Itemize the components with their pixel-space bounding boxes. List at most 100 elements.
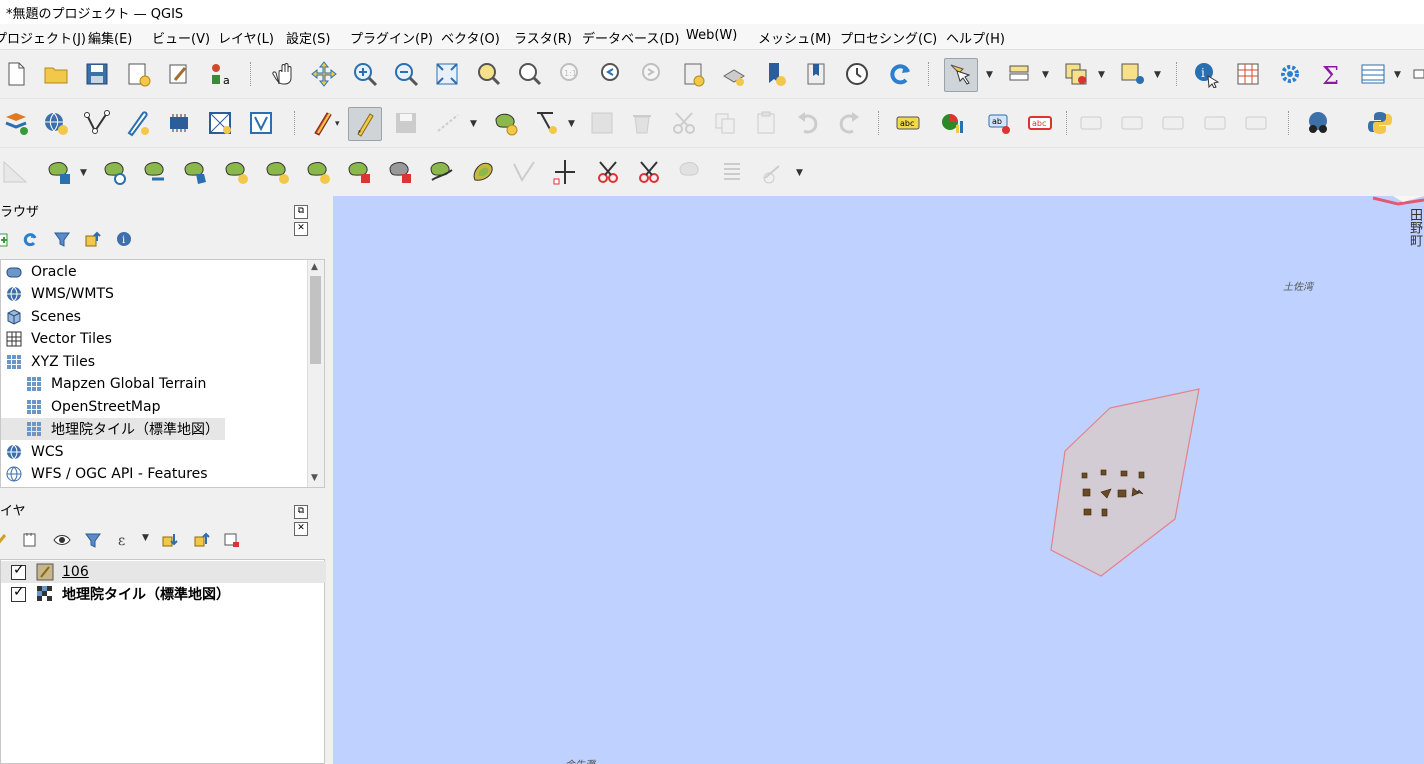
chevron-down-icon[interactable]: ▼ xyxy=(142,533,152,543)
fill-ring-icon[interactable] xyxy=(303,156,335,188)
filter-icon[interactable] xyxy=(52,229,72,249)
tree-item-mapzen[interactable]: Mapzen Global Terrain xyxy=(25,373,206,395)
polygon-feature-106[interactable] xyxy=(1050,388,1200,577)
new-spatialite-icon[interactable] xyxy=(204,107,236,139)
new-project-icon[interactable] xyxy=(0,58,32,90)
new-geopackage-icon[interactable] xyxy=(163,107,195,139)
menu-raster[interactable]: ラスタ(R) xyxy=(514,28,572,47)
copy-features-icon[interactable] xyxy=(709,107,741,139)
tree-item-scenes[interactable]: Scenes xyxy=(5,306,81,328)
data-source-manager-icon[interactable] xyxy=(0,107,32,139)
chevron-down-icon[interactable]: ▼ xyxy=(1394,70,1404,80)
highlight-pinned-labels-icon[interactable]: abc xyxy=(1024,107,1056,139)
new-virtual-layer-icon[interactable] xyxy=(245,107,277,139)
menu-plugins[interactable]: プラグイン(P) xyxy=(350,28,433,47)
zoom-next-icon[interactable] xyxy=(636,58,668,90)
menu-settings[interactable]: 設定(S) xyxy=(286,28,330,47)
scroll-thumb[interactable] xyxy=(310,276,321,364)
split-parts-icon[interactable] xyxy=(633,156,665,188)
delete-ring-icon[interactable] xyxy=(344,156,376,188)
chevron-down-icon[interactable]: ▼ xyxy=(1042,70,1052,80)
style-layer-icon[interactable] xyxy=(0,530,12,550)
panel-splitter[interactable] xyxy=(326,196,333,764)
add-selected-layers-icon[interactable] xyxy=(0,229,12,249)
save-project-icon[interactable] xyxy=(81,58,113,90)
vertex-tool-icon[interactable] xyxy=(81,107,113,139)
rotate-label-icon[interactable] xyxy=(1200,107,1232,139)
reshape-features-icon[interactable] xyxy=(426,156,458,188)
open-field-calculator-icon[interactable] xyxy=(1357,58,1389,90)
new-map-view-icon[interactable] xyxy=(677,58,709,90)
tree-item-oracle[interactable]: Oracle xyxy=(5,261,77,283)
reverse-line-icon[interactable] xyxy=(508,156,540,188)
offset-curve-icon[interactable] xyxy=(467,156,499,188)
refresh-icon[interactable] xyxy=(20,229,40,249)
modify-attributes-icon[interactable] xyxy=(586,107,618,139)
layer-labeling-icon[interactable]: ab xyxy=(984,107,1016,139)
rotate-symbols-icon[interactable] xyxy=(757,156,789,188)
collapse-all-icon[interactable] xyxy=(192,530,212,550)
browser-scrollbar[interactable]: ▲ ▼ xyxy=(307,260,324,487)
tree-item-wms[interactable]: WMS/WMTS xyxy=(5,283,114,305)
rotate-feature-icon[interactable] xyxy=(100,156,132,188)
tree-item-vector-tiles[interactable]: Vector Tiles xyxy=(5,328,112,350)
cut-features-icon[interactable] xyxy=(668,107,700,139)
select-by-value-icon[interactable] xyxy=(1004,58,1036,90)
delete-part-icon[interactable] xyxy=(385,156,417,188)
attribute-table-icon[interactable] xyxy=(1232,58,1264,90)
chevron-down-icon[interactable]: ▼ xyxy=(986,70,996,80)
move-label-icon[interactable] xyxy=(1158,107,1190,139)
filter-legend-icon[interactable] xyxy=(83,530,103,550)
chevron-down-icon[interactable]: ▼ xyxy=(1098,70,1108,80)
collapse-all-icon[interactable] xyxy=(83,229,103,249)
chevron-down-icon[interactable]: ▼ xyxy=(796,168,806,178)
zoom-to-selection-icon[interactable] xyxy=(472,58,504,90)
add-polygon-feature-icon[interactable] xyxy=(490,107,522,139)
redo-icon[interactable] xyxy=(833,107,865,139)
zoom-in-icon[interactable] xyxy=(349,58,381,90)
tree-item-osm[interactable]: OpenStreetMap xyxy=(25,396,160,418)
deselect-features-icon[interactable] xyxy=(1060,58,1092,90)
paste-features-icon[interactable] xyxy=(750,107,782,139)
menu-layer[interactable]: レイヤ(L) xyxy=(218,28,274,47)
menu-processing[interactable]: プロセシング(C) xyxy=(840,28,937,47)
more-tools-icon[interactable] xyxy=(1408,58,1424,90)
zoom-to-layer-icon[interactable] xyxy=(513,58,545,90)
new-3d-view-icon[interactable] xyxy=(718,58,750,90)
undo-icon[interactable] xyxy=(792,107,824,139)
zoom-last-icon[interactable] xyxy=(595,58,627,90)
chevron-down-icon[interactable]: ▼ xyxy=(80,168,90,178)
metasearch-icon[interactable] xyxy=(1302,107,1334,139)
change-label-icon[interactable] xyxy=(1241,107,1273,139)
scroll-up-icon[interactable]: ▲ xyxy=(311,262,318,272)
tree-item-wcs[interactable]: WCS xyxy=(5,441,64,463)
expand-all-icon[interactable] xyxy=(160,530,180,550)
add-ring-icon[interactable] xyxy=(221,156,253,188)
toggle-editing-icon[interactable] xyxy=(348,107,382,141)
save-layer-edits-icon[interactable] xyxy=(390,107,422,139)
digitize-line-icon[interactable] xyxy=(432,107,464,139)
menu-edit[interactable]: 編集(E) xyxy=(88,28,132,47)
add-wms-layer-icon[interactable] xyxy=(40,107,72,139)
layer-visibility-checkbox[interactable] xyxy=(11,584,26,602)
layer-row[interactable]: 106 xyxy=(1,561,326,583)
new-shapefile-icon[interactable] xyxy=(122,107,154,139)
show-hide-labels-icon[interactable] xyxy=(1117,107,1149,139)
scroll-down-icon[interactable]: ▼ xyxy=(311,473,318,483)
processing-toolbox-icon[interactable] xyxy=(1274,58,1306,90)
zoom-full-icon[interactable] xyxy=(431,58,463,90)
merge-features-icon[interactable] xyxy=(674,156,706,188)
tree-item-wfs[interactable]: WFS / OGC API - Features xyxy=(5,463,208,485)
chevron-down-icon[interactable]: ▾ xyxy=(335,119,345,129)
new-bookmark-icon[interactable] xyxy=(759,58,791,90)
style-manager-icon[interactable] xyxy=(163,58,195,90)
refresh-icon[interactable] xyxy=(884,58,916,90)
pan-icon[interactable] xyxy=(268,58,300,90)
select-by-location-icon[interactable] xyxy=(1116,58,1148,90)
info-icon[interactable]: i xyxy=(114,229,134,249)
map-canvas[interactable]: 土佐湾 田野町 金生灘 xyxy=(333,196,1424,764)
add-group-icon[interactable] xyxy=(20,530,40,550)
remove-layer-icon[interactable] xyxy=(222,530,242,550)
statistical-summary-icon[interactable]: Σ xyxy=(1315,58,1347,90)
show-bookmarks-icon[interactable] xyxy=(800,58,832,90)
